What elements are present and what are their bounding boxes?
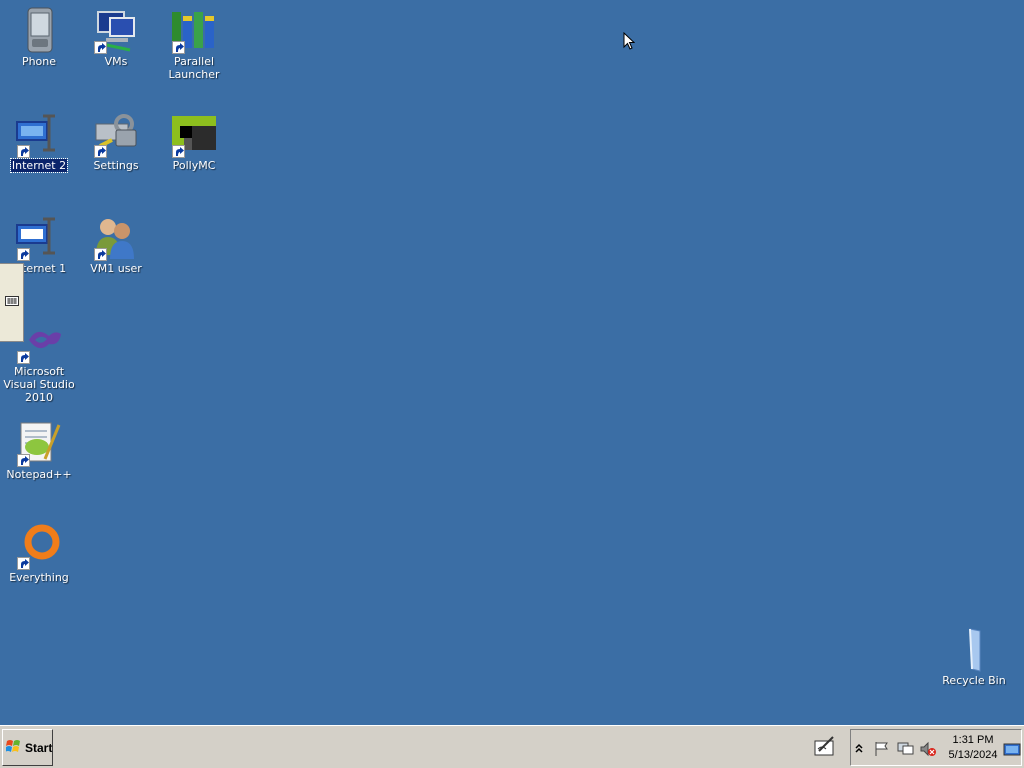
notepad-plus-plus-icon: [15, 419, 63, 467]
keyboard-icon: [4, 296, 19, 309]
desktop-icon-label: Everything: [9, 571, 69, 584]
desktop-icon-settings[interactable]: Settings: [77, 110, 155, 172]
desktop-icon-label: Recycle Bin: [942, 674, 1006, 687]
recycle-bin-icon: [950, 625, 998, 673]
remote-desktop-icon: [15, 110, 63, 158]
network-icon[interactable]: [897, 741, 915, 757]
desktop-icon-vms[interactable]: VMs: [77, 6, 155, 68]
desktop-icon-label: VM1 user: [90, 262, 142, 275]
start-label: Start: [25, 740, 53, 755]
settings-lock-icon: [92, 110, 140, 158]
desktop-icon-label: Parallel Launcher: [168, 55, 220, 81]
desktop-icon-label: Microsoft Visual Studio 2010: [3, 365, 75, 404]
desktop[interactable]: Phone VMs Parallel Launcher Internet 2 S…: [0, 0, 1024, 725]
clock-date: 5/13/2024: [948, 749, 998, 761]
remote-desktop-icon: [15, 213, 63, 261]
network-computers-icon: [92, 6, 140, 54]
shortcut-arrow-icon: [17, 145, 30, 158]
volume-muted-icon[interactable]: [919, 741, 937, 757]
desktop-icon-pollymc[interactable]: PollyMC: [155, 110, 233, 172]
chevron-up-icon[interactable]: [854, 741, 872, 757]
desktop-icon-label: Settings: [93, 159, 139, 172]
desktop-icon-label: VMs: [104, 55, 128, 68]
desktop-icon-recycle-bin[interactable]: Recycle Bin: [935, 625, 1013, 687]
desktop-icon-label: Internet 2: [9, 158, 69, 173]
pollymc-icon: [170, 110, 218, 158]
show-desktop-icon[interactable]: [1003, 741, 1021, 757]
system-tray: 1:31 PM 5/13/2024: [850, 729, 1022, 766]
shortcut-arrow-icon: [94, 145, 107, 158]
mouse-cursor-icon: [623, 31, 636, 54]
flag-icon[interactable]: [873, 741, 891, 757]
desktop-icon-label: PollyMC: [172, 159, 216, 172]
parallel-launcher-icon: [170, 6, 218, 54]
clock[interactable]: 1:31 PM 5/13/2024: [945, 733, 1001, 763]
shortcut-arrow-icon: [17, 454, 30, 467]
shortcut-arrow-icon: [17, 351, 30, 364]
desktop-icon-everything[interactable]: Everything: [0, 522, 78, 584]
shortcut-arrow-icon: [17, 557, 30, 570]
everything-search-icon: [15, 522, 63, 570]
pen-tablet-icon[interactable]: [813, 735, 837, 759]
shortcut-arrow-icon: [94, 248, 107, 261]
shortcut-arrow-icon: [172, 145, 185, 158]
windows-logo-icon: [5, 739, 22, 756]
phone-icon: [15, 6, 63, 54]
users-icon: [92, 213, 140, 261]
shortcut-arrow-icon: [172, 41, 185, 54]
shortcut-arrow-icon: [17, 248, 30, 261]
start-button[interactable]: Start: [2, 729, 53, 766]
on-screen-keyboard-tab[interactable]: [0, 263, 24, 342]
desktop-icon-parallel-launcher[interactable]: Parallel Launcher: [155, 6, 233, 81]
clock-time: 1:31 PM: [952, 734, 994, 746]
desktop-icon-label: Phone: [21, 55, 57, 68]
desktop-icon-vm1-user[interactable]: VM1 user: [77, 213, 155, 275]
desktop-icon-phone[interactable]: Phone: [0, 6, 78, 68]
desktop-icon-notepad-plus-plus[interactable]: Notepad++: [0, 419, 78, 481]
desktop-icon-internet-2[interactable]: Internet 2: [0, 110, 78, 173]
desktop-icon-label: Notepad++: [6, 468, 72, 481]
taskbar: Start 1:31 PM 5/13/2024: [0, 725, 1024, 768]
shortcut-arrow-icon: [94, 41, 107, 54]
